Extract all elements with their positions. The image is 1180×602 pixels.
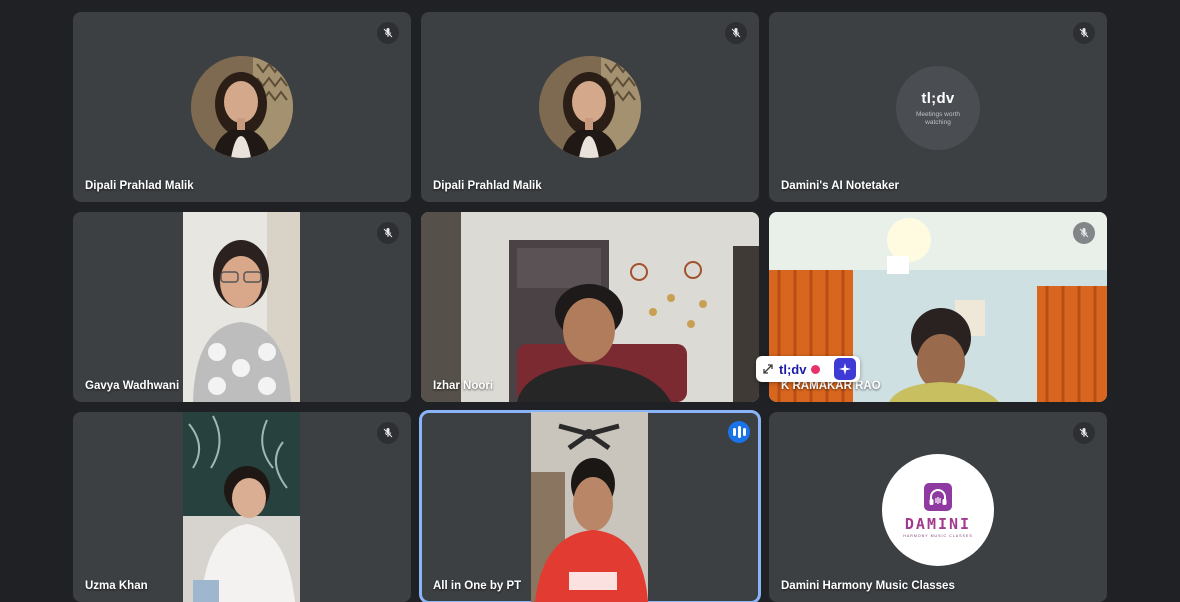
participant-tile-uzma[interactable]: Uzma Khan — [73, 412, 411, 602]
participant-tile-izhar[interactable]: Izhar Noori — [421, 212, 759, 402]
participant-tile-dipali-2[interactable]: Dipali Prahlad Malik — [421, 12, 759, 202]
audio-level-icon — [728, 421, 750, 443]
participant-name: Izhar Noori — [433, 380, 494, 392]
video-feed — [531, 412, 648, 602]
video-feed — [183, 412, 300, 602]
participant-tile-all-in-one[interactable]: All in One by PT — [419, 410, 761, 602]
video-feed — [183, 212, 300, 402]
mic-off-icon — [1073, 22, 1095, 44]
participant-name: Damini's AI Notetaker — [781, 180, 899, 192]
record-dot-icon — [811, 364, 821, 374]
tldv-label: tl;dv — [779, 361, 807, 377]
participant-tile-ai-notetaker[interactable]: tl;dv Meetings worth watching Damini's A… — [769, 12, 1107, 202]
logo-wordmark: DAMINI — [904, 514, 972, 533]
damini-logo: DAMINI HARMONY MUSIC CLASSES — [882, 454, 994, 566]
participant-name: Dipali Prahlad Malik — [85, 180, 194, 192]
mic-off-icon — [725, 22, 747, 44]
participant-name: Uzma Khan — [85, 580, 148, 592]
participant-name: Damini Harmony Music Classes — [781, 580, 955, 592]
sparkle-icon[interactable] — [834, 358, 856, 380]
participant-tile-gavya[interactable]: Gavya Wadhwani — [73, 212, 411, 402]
participant-name: Dipali Prahlad Malik — [433, 180, 542, 192]
tldv-logo: tl;dv Meetings worth watching — [896, 66, 980, 150]
mic-off-icon — [377, 222, 399, 244]
participant-tile-damini[interactable]: DAMINI HARMONY MUSIC CLASSES Damini Harm… — [769, 412, 1107, 602]
avatar — [191, 56, 293, 158]
mic-off-icon — [377, 22, 399, 44]
logo-subtitle: Meetings worth watching — [915, 110, 961, 126]
headphones-icon — [924, 482, 952, 511]
logo-tagline: HARMONY MUSIC CLASSES — [903, 533, 973, 538]
mic-off-icon — [1073, 222, 1095, 244]
logo-title: tl;dv — [921, 89, 955, 107]
mic-off-icon — [377, 422, 399, 444]
participant-name: Gavya Wadhwani — [85, 380, 180, 392]
avatar — [539, 56, 641, 158]
participant-tile-dipali-1[interactable]: Dipali Prahlad Malik — [73, 12, 411, 202]
expand-icon[interactable] — [762, 363, 774, 375]
participant-name: All in One by PT — [433, 580, 522, 592]
video-feed — [421, 212, 759, 402]
mic-off-icon — [1073, 422, 1095, 444]
tldv-recording-widget[interactable]: tl;dv — [756, 356, 860, 382]
